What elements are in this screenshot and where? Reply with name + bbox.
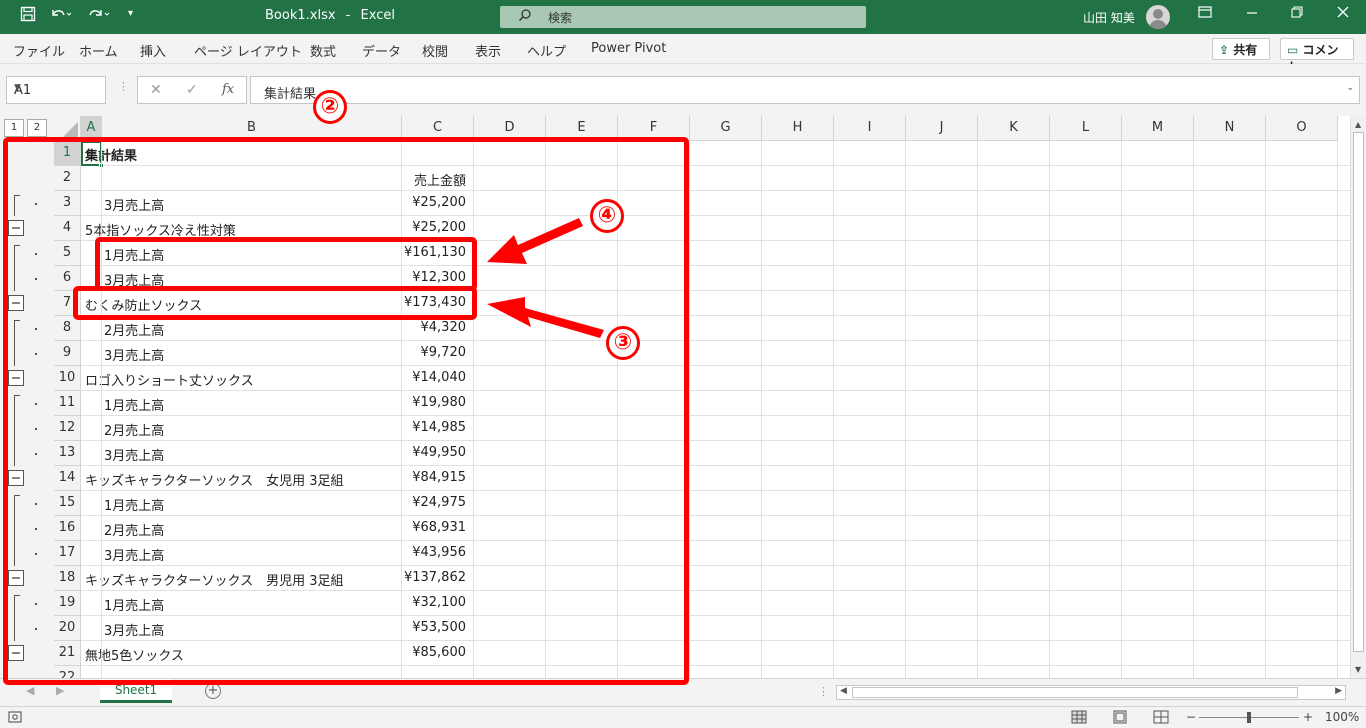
arrow-to-detail-rows bbox=[487, 218, 583, 264]
annotation-arrows bbox=[487, 218, 604, 338]
annotation-number-4: ④ bbox=[590, 199, 624, 233]
annotation-number-3: ③ bbox=[606, 326, 640, 360]
arrow-to-summary-row bbox=[487, 297, 604, 338]
annotation-number-2: ② bbox=[313, 90, 347, 124]
